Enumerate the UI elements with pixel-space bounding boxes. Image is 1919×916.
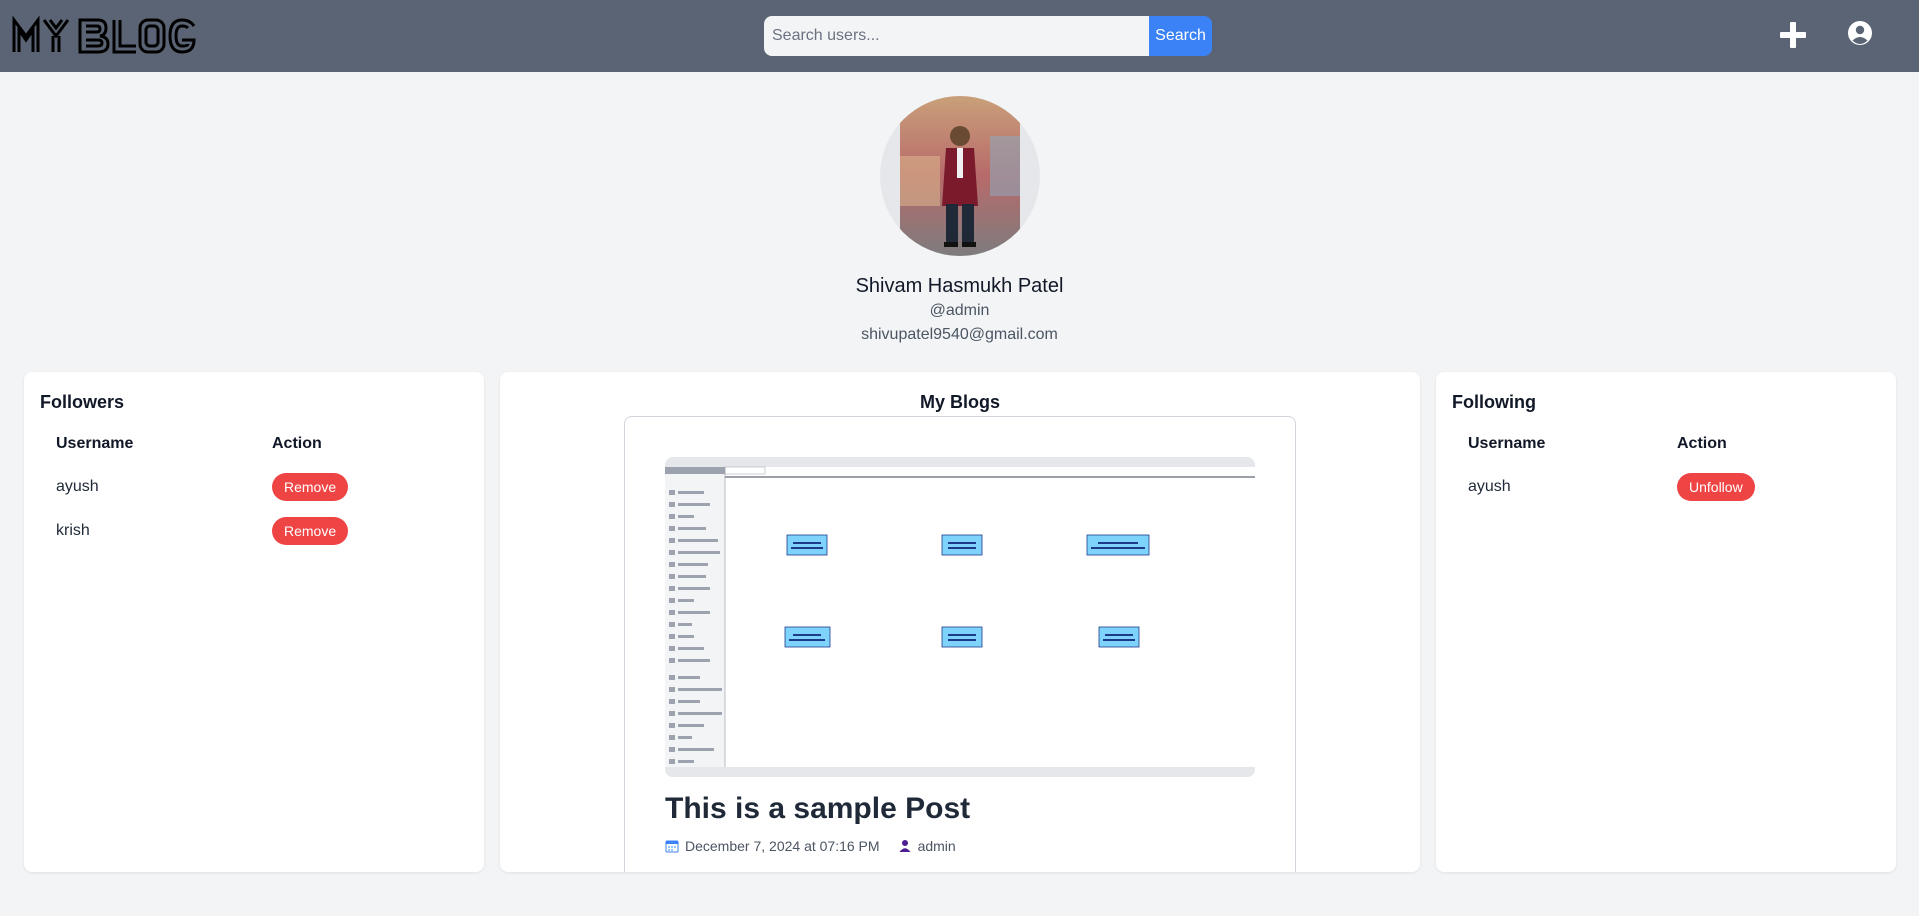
unfollow-button[interactable]: Unfollow [1677,473,1755,501]
profile-handle: @admin [929,302,990,319]
calendar-icon [665,840,679,853]
post-title[interactable]: This is a sample Post [665,792,970,826]
follower-username: ayush [56,478,99,495]
post-cover-image[interactable] [665,457,1255,777]
user-search: Search [764,16,1212,56]
search-button[interactable]: Search [1149,16,1212,56]
avatar-photo [900,96,1020,256]
following-card: Following Username Action ayush Unfollow [1436,372,1896,872]
post-date: December 7, 2024 at 07:16 PM [685,838,880,854]
following-username-header: Username [1468,435,1546,452]
blog-post-card[interactable]: This is a sample Post December 7, 2024 a… [624,416,1296,872]
following-title: Following [1452,392,1536,412]
diagram-screenshot [665,457,1255,777]
follower-username: krish [56,522,90,539]
user-circle-icon[interactable] [1845,18,1875,48]
plus-icon[interactable] [1776,18,1810,52]
post-author: admin [917,838,956,854]
followers-card: Followers Username Action ayush Remove k… [24,372,484,872]
following-username: ayush [1468,478,1511,495]
my-blogs-title: My Blogs [919,392,1000,412]
followers-username-header: Username [56,435,134,452]
followers-action-header: Action [272,435,322,452]
user-icon [899,840,911,852]
profile-name: Shivam Hasmukh Patel [855,275,1064,297]
remove-follower-button[interactable]: Remove [272,517,349,545]
search-input[interactable] [764,16,1149,56]
following-action-header: Action [1677,435,1727,452]
followers-title: Followers [40,392,125,412]
profile-email: shivupatel9540@gmail.com [861,326,1058,343]
remove-follower-button[interactable]: Remove [272,473,349,501]
profile-avatar [880,96,1040,256]
top-navbar: Search [0,0,1919,72]
my-blogs-card: My Blogs This is a sample Post December … [500,372,1420,872]
post-meta: December 7, 2024 at 07:16 PM admin [665,838,956,854]
blog-logo[interactable] [12,14,198,56]
